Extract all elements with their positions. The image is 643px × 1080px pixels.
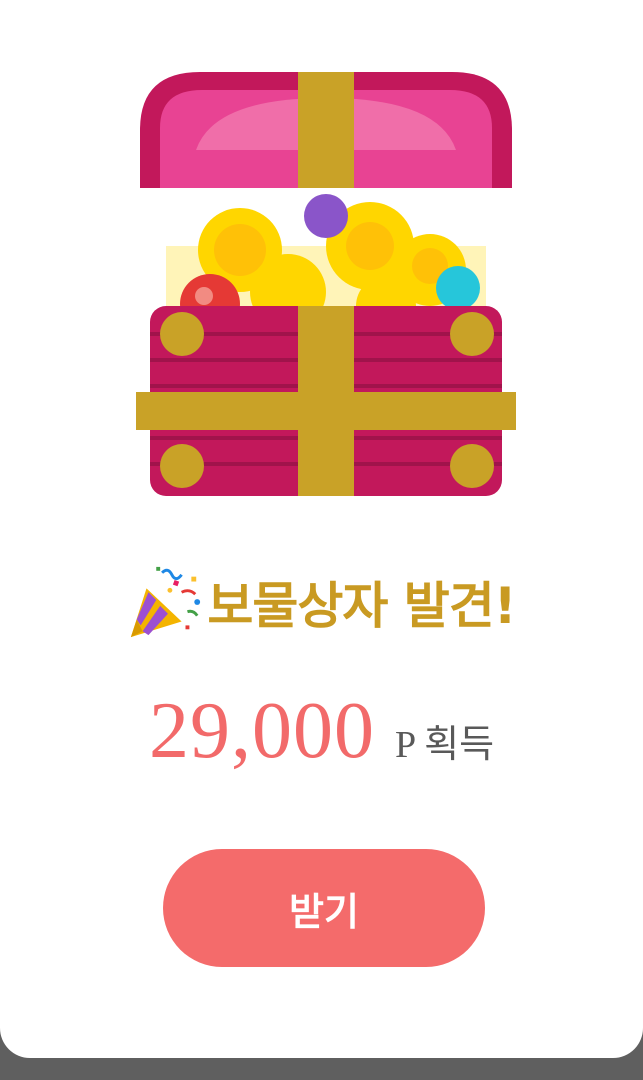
reward-gain-text: 획득 — [424, 722, 495, 766]
treasure-chest-icon — [136, 72, 516, 496]
reward-unit: P — [394, 724, 417, 766]
popup-title-row: 보물상자 발견! — [0, 552, 643, 652]
receive-button[interactable]: 받기 — [163, 849, 485, 967]
party-popper-icon — [131, 566, 201, 638]
reward-row: 29,000 P 획득 — [0, 686, 643, 796]
reward-amount: 29,000 — [148, 687, 375, 775]
popup-title: 보물상자 발견! — [207, 577, 516, 635]
treasure-popup: 보물상자 발견! 29,000 P 획득 받기 — [0, 0, 643, 1058]
